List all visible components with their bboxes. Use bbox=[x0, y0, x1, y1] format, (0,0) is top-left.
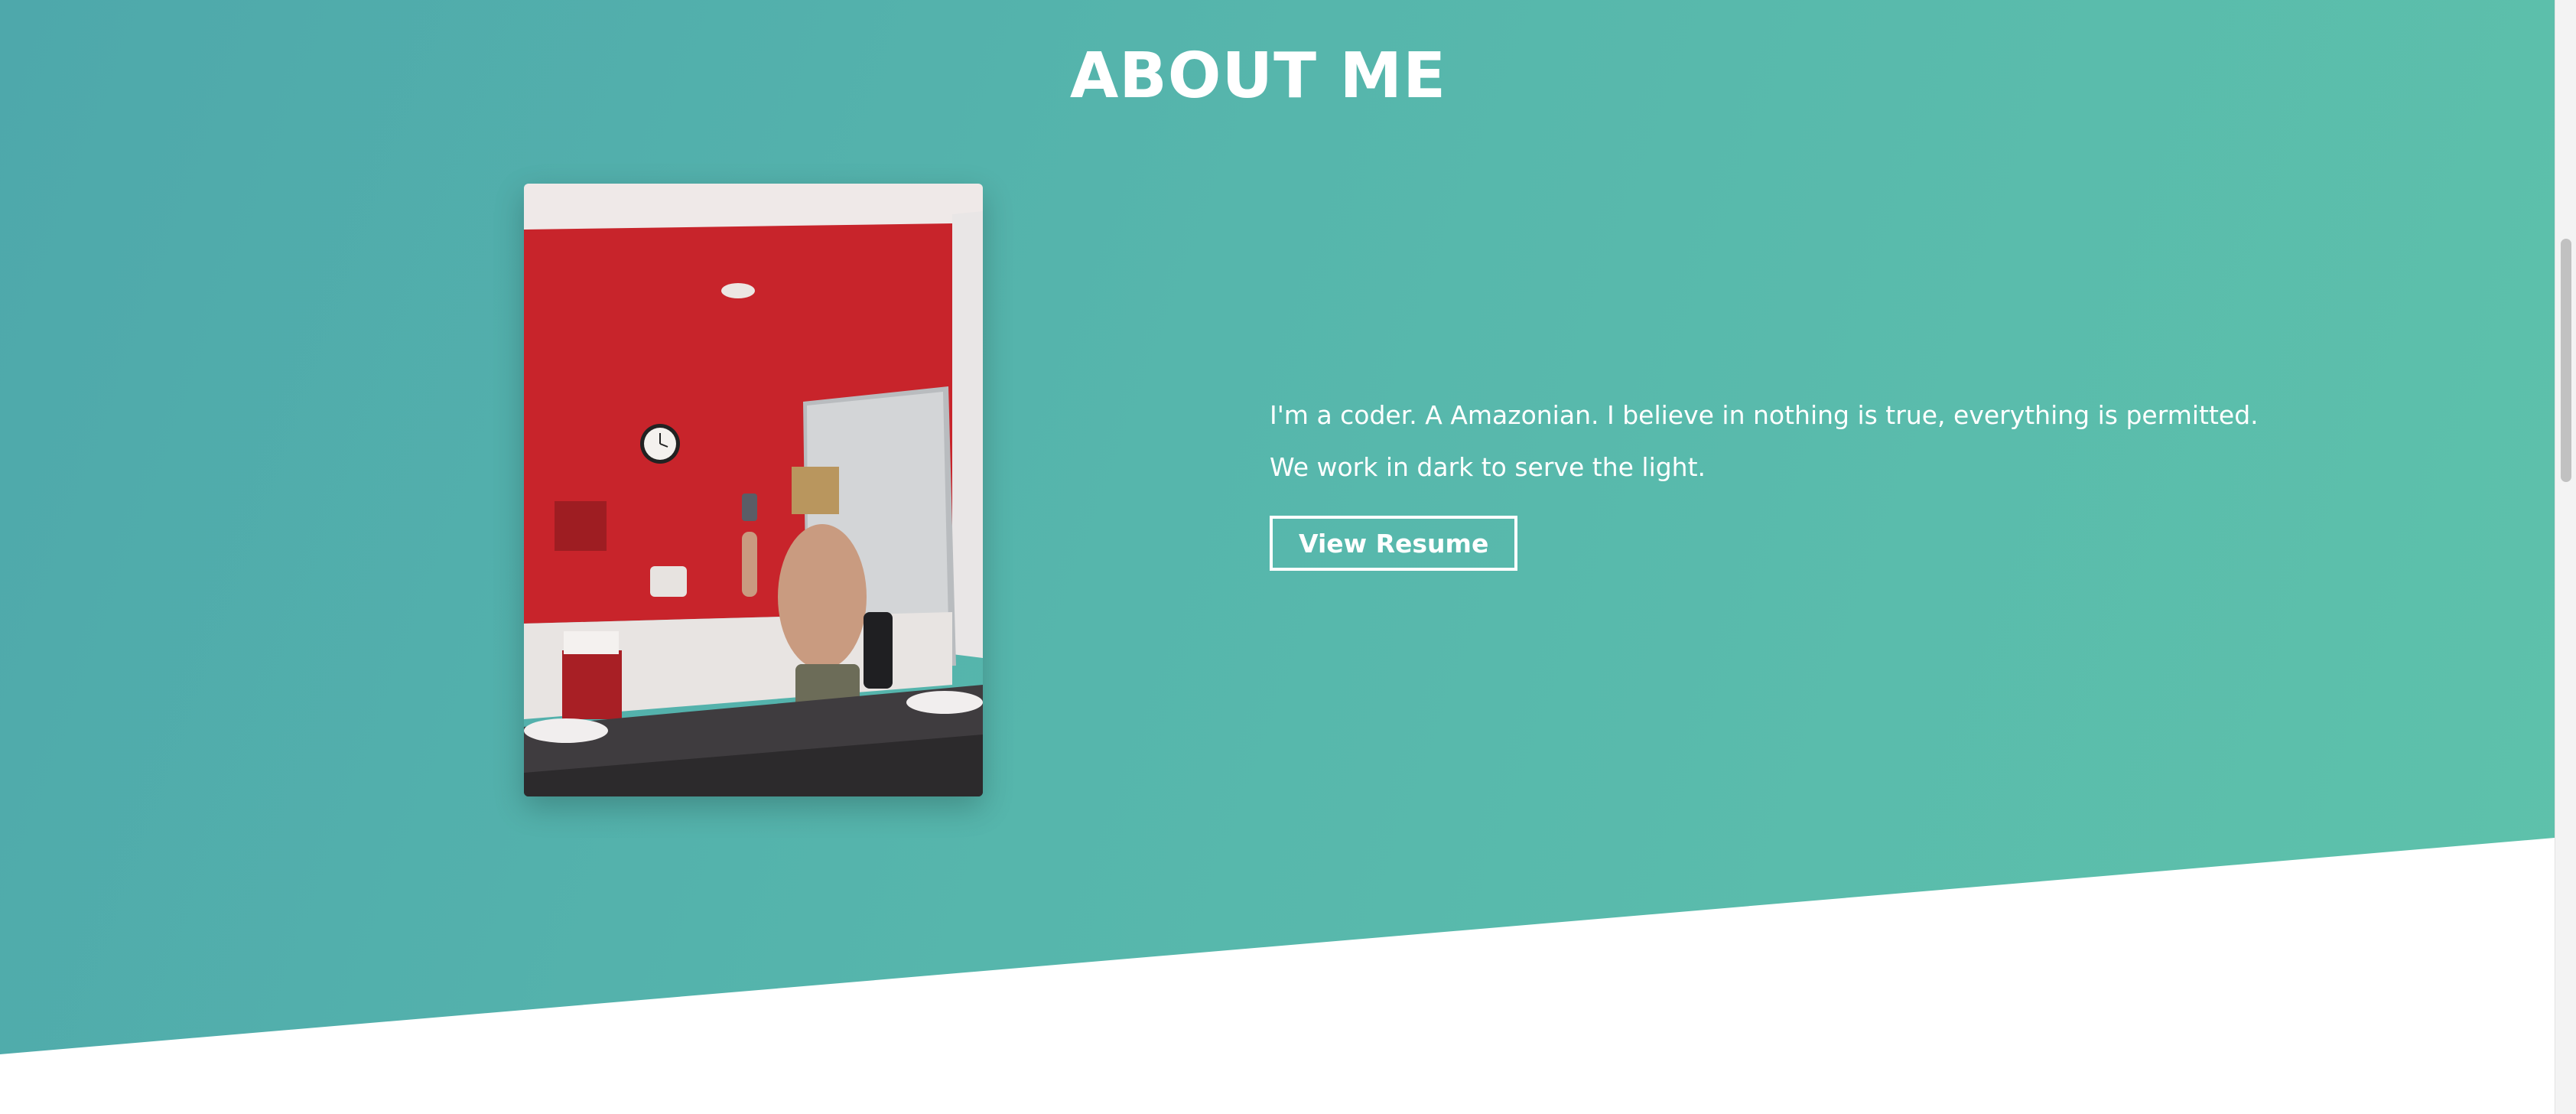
scrollbar[interactable] bbox=[2555, 0, 2576, 1114]
profile-photo-illustration bbox=[524, 184, 983, 796]
profile-photo bbox=[524, 184, 983, 796]
view-resume-button[interactable]: View Resume bbox=[1270, 516, 1518, 571]
bio-line-1: I'm a coder. A Amazonian. I believe in n… bbox=[1270, 400, 2259, 430]
about-section: ABOUT ME I'm a coder. A Amazonian. I bel… bbox=[0, 0, 2555, 1054]
bio: I'm a coder. A Amazonian. I believe in n… bbox=[1270, 398, 2417, 571]
scrollbar-thumb[interactable] bbox=[2561, 239, 2571, 482]
section-title: ABOUT ME bbox=[1069, 40, 1447, 112]
page: ABOUT ME I'm a coder. A Amazonian. I bel… bbox=[0, 0, 2576, 1114]
bio-line-2: We work in dark to serve the light. bbox=[1270, 452, 1706, 482]
